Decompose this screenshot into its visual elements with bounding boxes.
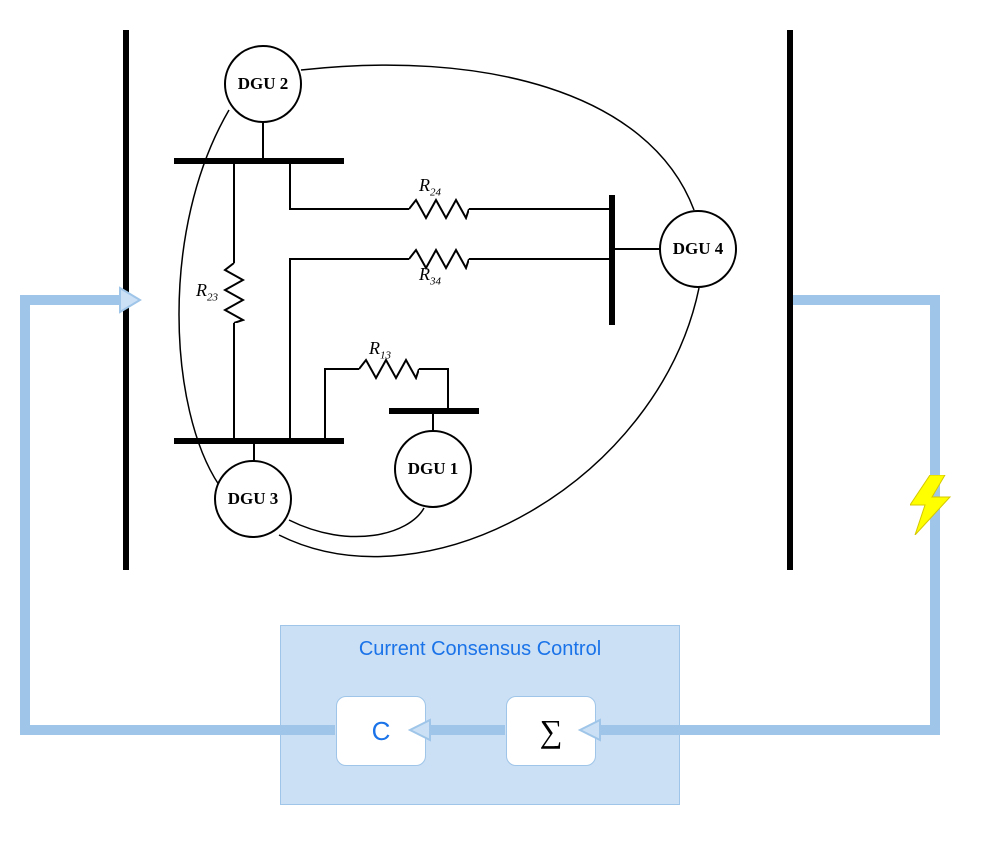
stem-dgu4 [614, 248, 660, 250]
r13-drop2 [447, 368, 449, 410]
dgu3-label: DGU 3 [228, 489, 279, 509]
bus-1 [389, 408, 479, 414]
diagram-canvas: DGU 2 DGU 4 DGU 3 DGU 1 R23 R24 [0, 0, 986, 844]
dgu4-node: DGU 4 [659, 210, 737, 288]
network-box: DGU 2 DGU 4 DGU 3 DGU 1 R23 R24 [123, 30, 793, 570]
r23-label: R23 [196, 280, 218, 304]
r24-drop [289, 163, 291, 210]
r13-wire-left [324, 368, 359, 370]
bus-4 [609, 195, 615, 325]
r23-wire-bottom [233, 323, 235, 440]
r34-label: R34 [419, 264, 441, 288]
r23-wire-top [233, 163, 235, 263]
dgu4-label: DGU 4 [673, 239, 724, 259]
dgu1-node: DGU 1 [394, 430, 472, 508]
dgu1-label: DGU 1 [408, 459, 459, 479]
r24-label: R24 [419, 175, 441, 199]
bus-2 [174, 158, 344, 164]
r34-wire-left [289, 258, 409, 260]
r24-wire-right [469, 208, 611, 210]
r13-drop [324, 368, 326, 440]
r13-wire-right [419, 368, 449, 370]
r34-wire-right [469, 258, 611, 260]
attack-bolt-icon [910, 475, 955, 535]
bus-3 [174, 438, 344, 444]
stem-dgu1 [432, 412, 434, 432]
r34-drop [289, 258, 291, 440]
dgu3-node: DGU 3 [214, 460, 292, 538]
stem-dgu2 [262, 123, 264, 160]
dgu2-label: DGU 2 [238, 74, 289, 94]
r24-wire-left [289, 208, 409, 210]
dgu2-node: DGU 2 [224, 45, 302, 123]
r13-label: R13 [369, 338, 391, 362]
